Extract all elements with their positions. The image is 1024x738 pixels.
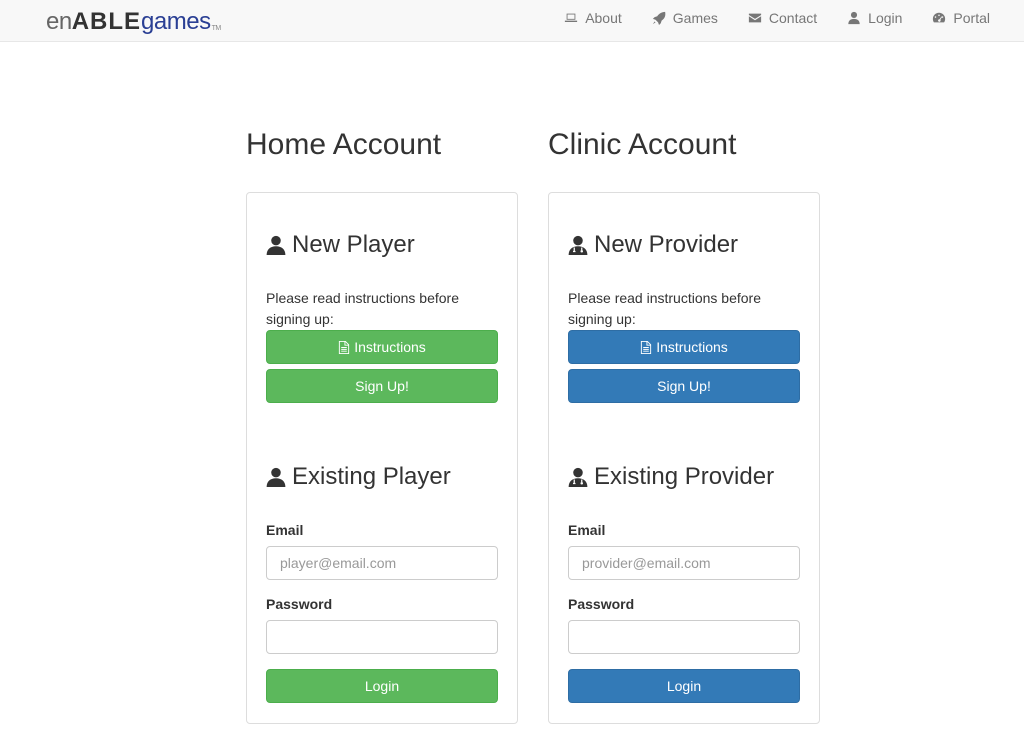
home-signup-label: Sign Up!: [355, 378, 409, 394]
clinic-signup-note: Please read instructions before signing …: [568, 290, 761, 327]
envelope-icon: [748, 13, 762, 23]
home-account-panel: New Player Please read instructions befo…: [246, 192, 518, 724]
nav-contact[interactable]: Contact: [748, 10, 817, 26]
user-icon: [266, 467, 286, 487]
user-icon: [848, 11, 860, 25]
clinic-password-input[interactable]: [568, 620, 800, 654]
existing-provider-title: Existing Provider: [594, 463, 775, 490]
brand-part-able: ABLE: [71, 8, 142, 35]
brand-part-en: en: [46, 8, 72, 35]
clinic-signup-label: Sign Up!: [657, 378, 711, 394]
file-text-icon: [339, 340, 350, 354]
brand-part-games: games: [141, 8, 211, 35]
brand-tm: TM: [211, 25, 222, 32]
user-md-icon: [568, 235, 588, 255]
nav-about-label: About: [585, 10, 622, 26]
nav-games[interactable]: Games: [652, 10, 718, 26]
file-text-icon: [641, 340, 652, 354]
clinic-password-label: Password: [568, 596, 635, 612]
new-player-title: New Player: [292, 231, 415, 258]
home-email-label: Email: [266, 522, 304, 538]
home-password-input[interactable]: [266, 620, 498, 654]
nav-portal-label: Portal: [953, 10, 990, 26]
home-instructions-label: Instructions: [354, 339, 426, 355]
home-signup-button[interactable]: Sign Up!: [266, 369, 498, 403]
clinic-email-input[interactable]: [568, 546, 800, 580]
home-instructions-button[interactable]: Instructions: [266, 330, 498, 364]
nav-contact-label: Contact: [768, 10, 818, 26]
home-account-title: Home Account: [246, 128, 442, 161]
nav-login-label: Login: [868, 10, 903, 26]
user-icon: [266, 235, 286, 255]
nav-about[interactable]: About: [564, 10, 622, 26]
dashboard-icon: [933, 12, 946, 23]
clinic-instructions-label: Instructions: [656, 339, 728, 355]
nav-login[interactable]: Login: [847, 10, 902, 26]
brand-logo[interactable]: en ABLE games TM: [46, 6, 221, 36]
top-nav: About Games Contact Login Portal: [534, 0, 990, 36]
navbar: en ABLE games TM About Games Contact Login …: [0, 0, 1024, 42]
rocket-icon: [652, 11, 666, 25]
clinic-signup-button[interactable]: Sign Up!: [568, 369, 800, 403]
home-password-label: Password: [266, 596, 333, 612]
existing-provider-heading: Existing Provider: [568, 463, 774, 491]
home-email-input[interactable]: [266, 546, 498, 580]
home-account-column: Home Account New Player Please read inst…: [246, 127, 518, 724]
clinic-email-label: Email: [568, 522, 606, 538]
home-signup-note: Please read instructions before signing …: [266, 290, 459, 327]
clinic-instructions-button[interactable]: Instructions: [568, 330, 800, 364]
new-provider-heading: New Provider: [568, 231, 738, 259]
user-md-icon: [568, 467, 588, 487]
new-provider-title: New Provider: [594, 231, 739, 258]
clinic-account-panel: New Provider Please read instructions be…: [548, 192, 820, 724]
clinic-account-title: Clinic Account: [548, 128, 737, 161]
existing-player-heading: Existing Player: [266, 463, 451, 491]
clinic-login-label: Login: [666, 678, 702, 694]
laptop-icon: [565, 13, 578, 22]
home-login-label: Login: [364, 678, 400, 694]
home-login-button[interactable]: Login: [266, 669, 498, 703]
clinic-login-button[interactable]: Login: [568, 669, 800, 703]
new-player-heading: New Player: [266, 231, 415, 259]
nav-games-label: Games: [672, 10, 718, 26]
nav-portal[interactable]: Portal: [932, 10, 990, 26]
clinic-account-column: Clinic Account New Provider Please read …: [548, 127, 820, 724]
existing-player-title: Existing Player: [292, 463, 451, 490]
